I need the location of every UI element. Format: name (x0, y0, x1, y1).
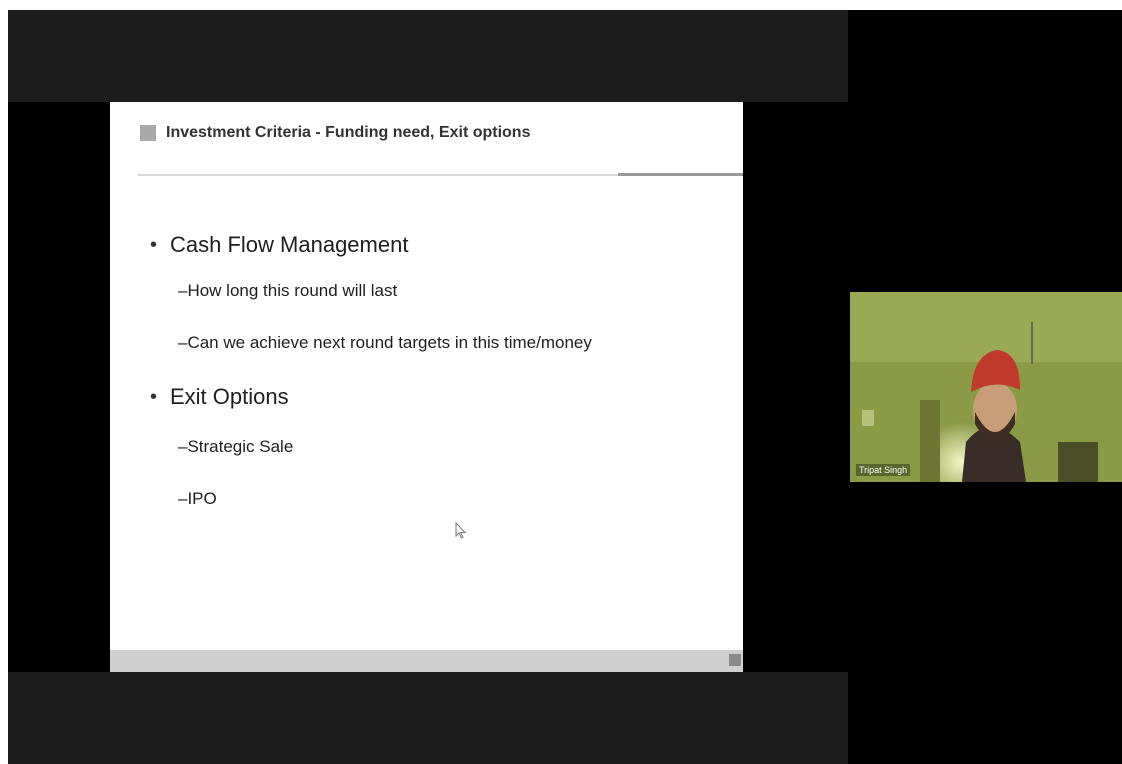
mouse-cursor-icon (455, 522, 467, 539)
bottom-letterbox (8, 672, 848, 764)
sub-bullet-item: –How long this round will last (178, 281, 398, 300)
sub-bullet-item: –IPO (178, 489, 217, 508)
bullet-text: Cash Flow Management (170, 232, 409, 257)
shared-slide: Investment Criteria - Funding need, Exit… (110, 102, 743, 672)
bullet-list: • Cash Flow Management –How long this ro… (150, 228, 730, 514)
bullet-text: Exit Options (170, 384, 289, 409)
slide-title: Investment Criteria - Funding need, Exit… (166, 124, 531, 141)
sub-bullet-item: –Strategic Sale (178, 437, 294, 456)
bullet-item: • Exit Options (150, 380, 730, 414)
title-divider-accent (618, 173, 743, 176)
top-letterbox (8, 10, 848, 102)
meeting-screen: Investment Criteria - Funding need, Exit… (8, 10, 1122, 764)
bullet-dot-icon: • (150, 385, 158, 408)
sub-bullet-item: –Can we achieve next round targets in th… (178, 333, 592, 352)
participant-name-label: Tripat Singh (856, 464, 911, 476)
slide-title-bar: Investment Criteria - Funding need, Exit… (140, 124, 530, 142)
bullet-dot-icon: • (150, 233, 158, 256)
title-square-icon (140, 125, 156, 141)
title-divider (138, 174, 618, 176)
bullet-item: • Cash Flow Management (150, 228, 730, 262)
participant-video-feed (850, 292, 1122, 482)
slide-page-icon (729, 654, 741, 666)
participant-video-tile[interactable]: Tripat Singh (850, 292, 1122, 482)
slide-footer-bar (110, 650, 743, 672)
